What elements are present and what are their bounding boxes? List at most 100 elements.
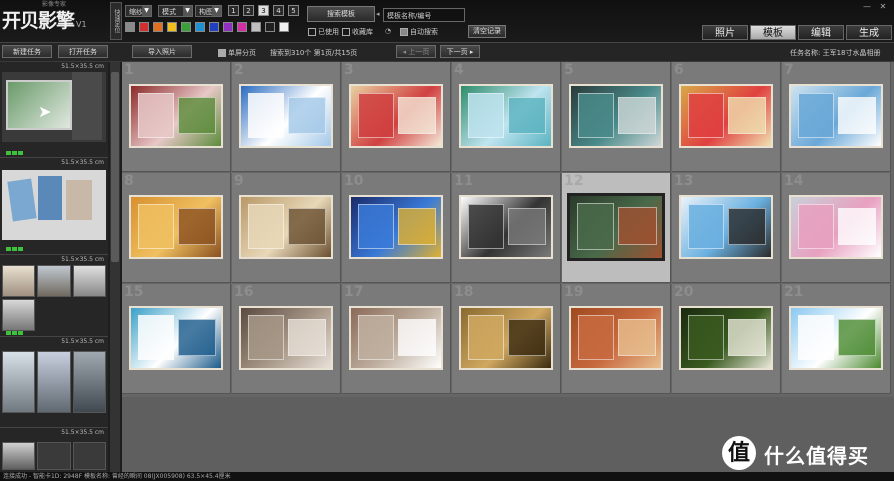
filter-used-label: 已使用 xyxy=(318,28,339,36)
page-photo-slot[interactable] xyxy=(72,351,106,413)
page-photo-slot[interactable] xyxy=(72,72,102,140)
auto-search-checkbox[interactable]: 自动搜索 xyxy=(400,27,438,37)
page-photo-slot[interactable] xyxy=(38,176,62,220)
tab-photos[interactable]: 照片 xyxy=(702,25,748,40)
tab-templates[interactable]: 模板 xyxy=(750,25,796,40)
template-card[interactable]: 11 xyxy=(452,173,561,283)
template-card[interactable]: 10 xyxy=(342,173,451,283)
template-photo-slot xyxy=(798,93,835,139)
page-button-4[interactable]: 4 xyxy=(273,5,284,16)
template-card[interactable]: 2 xyxy=(232,62,341,172)
page-list-item[interactable]: 51.5×35.5 cm xyxy=(0,428,108,472)
template-thumbnail xyxy=(789,195,883,259)
template-card[interactable]: 8 xyxy=(122,173,231,283)
page-button-5[interactable]: 5 xyxy=(288,5,299,16)
import-photos-button[interactable]: 导入照片 xyxy=(132,45,192,58)
template-card[interactable]: 6 xyxy=(672,62,781,172)
template-card[interactable]: 18 xyxy=(452,284,561,394)
page-photo-slot[interactable] xyxy=(2,442,36,470)
minimize-icon[interactable]: — xyxy=(862,2,872,12)
page-list-item[interactable]: 51.5×35.5 cm ➤ xyxy=(0,62,108,158)
template-number: 10 xyxy=(344,173,364,189)
logo-text: 开贝影擎 xyxy=(2,10,75,32)
page-button-3[interactable]: 3 xyxy=(258,5,269,16)
tab-generate[interactable]: 生成 xyxy=(846,25,892,40)
page-thumbnail xyxy=(2,170,106,240)
color-swatch[interactable] xyxy=(125,22,135,32)
template-photo-slot xyxy=(287,318,326,356)
page-photo-slot[interactable] xyxy=(2,299,36,331)
page-list-item[interactable]: 51.5×35.5 cm xyxy=(0,158,108,255)
filter-favorites-checkbox[interactable]: 收藏库 xyxy=(342,27,373,37)
page-photo-slot[interactable] xyxy=(7,178,37,222)
template-card[interactable]: 9 xyxy=(232,173,341,283)
template-card[interactable]: 3 xyxy=(342,62,451,172)
dropdown-layout[interactable]: 构图 ▼ xyxy=(195,5,222,17)
template-card[interactable]: 5 xyxy=(562,62,671,172)
color-swatch[interactable] xyxy=(181,22,191,32)
open-task-button[interactable]: 打开任务 xyxy=(58,45,108,58)
page-photo-slot[interactable] xyxy=(72,442,106,470)
color-swatch[interactable] xyxy=(237,22,247,32)
page-size-label: 51.5×35.5 cm xyxy=(61,429,104,436)
page-photo-slot[interactable] xyxy=(37,265,71,297)
single-screen-paging-checkbox[interactable]: 单屏分页 xyxy=(218,48,256,58)
template-card[interactable]: 20 xyxy=(672,284,781,394)
color-swatch[interactable] xyxy=(223,22,233,32)
search-template-button[interactable]: 搜索模板 xyxy=(307,6,375,22)
color-swatch[interactable] xyxy=(279,22,289,32)
page-photo-slot[interactable] xyxy=(66,180,92,220)
refresh-icon[interactable]: ◔ xyxy=(385,27,391,35)
template-card[interactable]: 15 xyxy=(122,284,231,394)
template-card[interactable]: 4 xyxy=(452,62,561,172)
template-number: 1 xyxy=(124,62,134,78)
clear-record-button[interactable]: 清空记录 xyxy=(468,25,506,38)
page-button-2[interactable]: 2 xyxy=(243,5,254,16)
page-photo-slot[interactable] xyxy=(37,351,71,413)
template-card[interactable]: 17 xyxy=(342,284,451,394)
color-swatch[interactable] xyxy=(153,22,163,32)
filter-used-checkbox[interactable]: 已使用 xyxy=(308,27,339,37)
close-icon[interactable]: ✕ xyxy=(878,2,888,12)
template-thumbnail xyxy=(569,84,663,148)
dropdown-scale[interactable]: 缩纱 ▼ xyxy=(125,5,152,17)
template-card[interactable]: 12 xyxy=(562,173,671,283)
template-card[interactable]: 21 xyxy=(782,284,891,394)
page-button-1[interactable]: 1 xyxy=(228,5,239,16)
template-photo-slot xyxy=(727,96,766,134)
color-swatch[interactable] xyxy=(139,22,149,32)
page-photo-slot[interactable] xyxy=(2,265,36,297)
template-card[interactable]: 16 xyxy=(232,284,341,394)
template-card[interactable]: 19 xyxy=(562,284,671,394)
color-swatch[interactable] xyxy=(167,22,177,32)
template-card[interactable]: 13 xyxy=(672,173,781,283)
template-number: 17 xyxy=(344,284,364,300)
tab-edit[interactable]: 编辑 xyxy=(798,25,844,40)
page-photo-slot[interactable] xyxy=(72,265,106,297)
template-thumbnail xyxy=(239,195,333,259)
page-list-item[interactable]: 51.5×35.5 cm xyxy=(0,255,108,337)
cursor-icon: ➤ xyxy=(38,102,52,121)
page-size-label: 51.5×35.5 cm xyxy=(61,63,104,70)
dropdown-mode[interactable]: 模式 ▼ xyxy=(158,5,193,17)
page-list-item[interactable]: 51.5×35.5 cm xyxy=(0,337,108,428)
page-photo-slot[interactable] xyxy=(37,442,71,470)
quick-locate-tab[interactable]: 快速定位 xyxy=(110,2,122,40)
page-list-scrollbar[interactable] xyxy=(110,62,120,472)
template-search-input[interactable]: 模板名称/编号 xyxy=(383,8,465,22)
color-swatch[interactable] xyxy=(195,22,205,32)
page-size-label: 51.5×35.5 cm xyxy=(61,338,104,345)
chevron-down-icon: ▼ xyxy=(142,6,151,16)
new-task-button[interactable]: 新建任务 xyxy=(2,45,52,58)
page-photo-slot[interactable] xyxy=(2,351,36,413)
template-card[interactable]: 14 xyxy=(782,173,891,283)
prev-page-button[interactable]: ◂ 上一页 xyxy=(396,45,436,58)
scrollbar-thumb[interactable] xyxy=(111,72,119,262)
template-thumbnail xyxy=(459,306,553,370)
next-page-button[interactable]: 下一页 ▸ xyxy=(440,45,480,58)
color-swatch[interactable] xyxy=(251,22,261,32)
template-card[interactable]: 1 xyxy=(122,62,231,172)
template-card[interactable]: 7 xyxy=(782,62,891,172)
color-swatch[interactable] xyxy=(209,22,219,32)
color-swatch[interactable] xyxy=(265,22,275,32)
